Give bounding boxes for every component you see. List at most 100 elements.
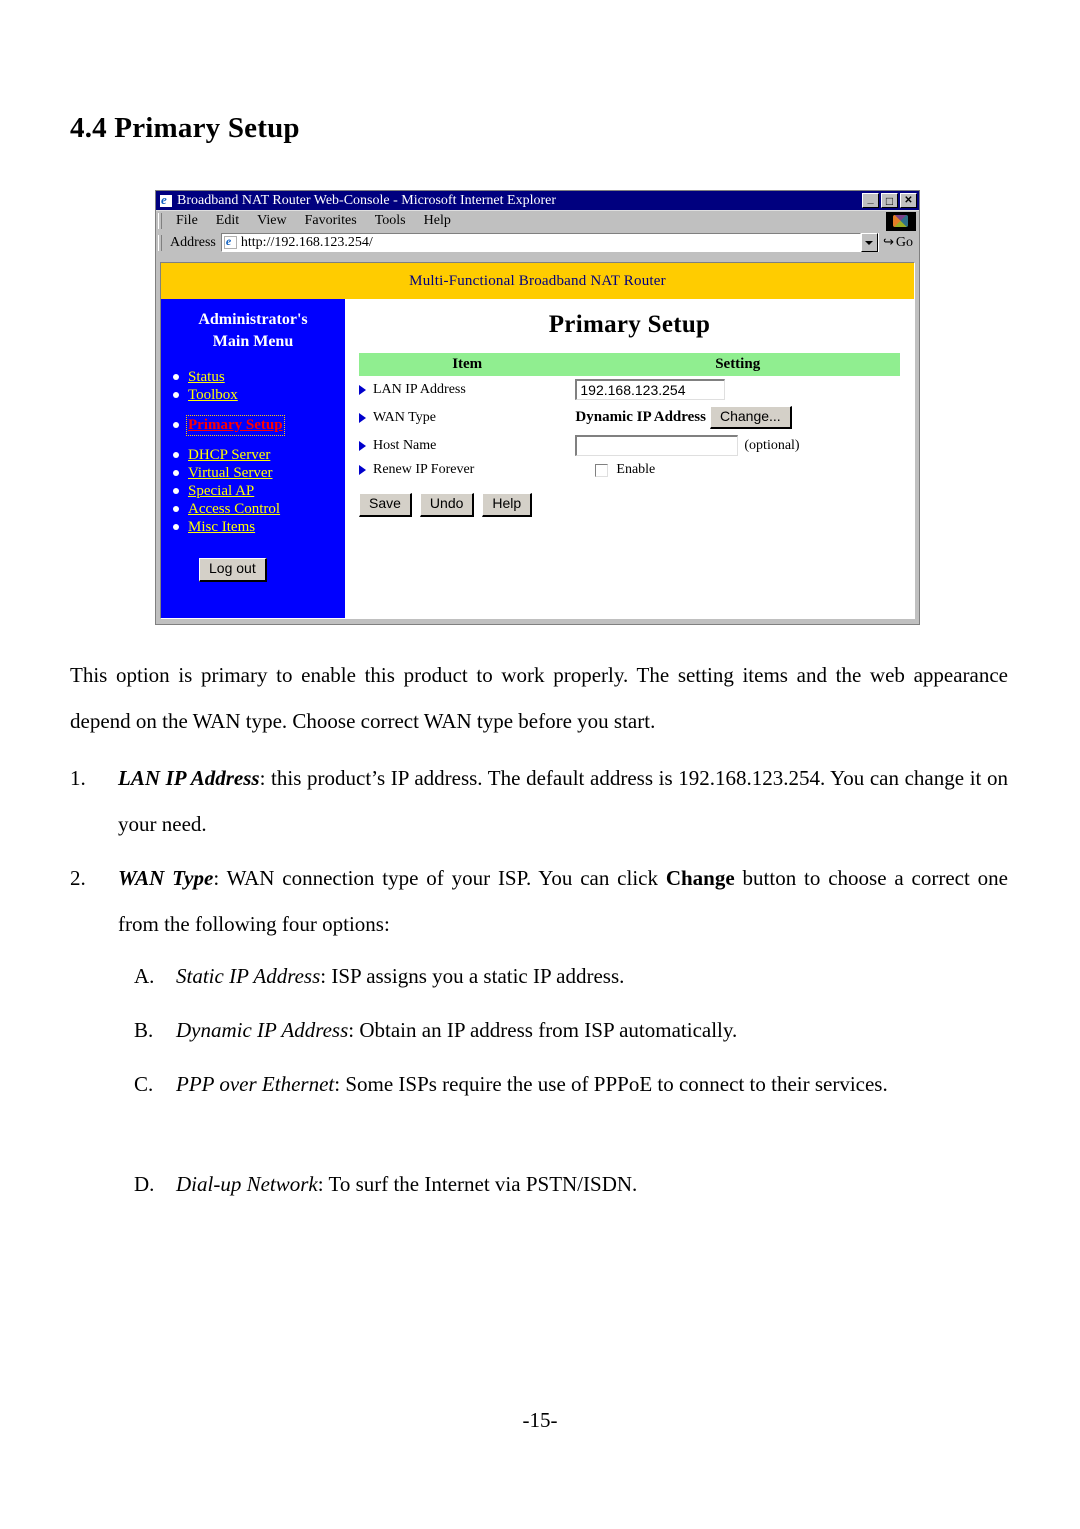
browser-address-bar: Address http://192.168.123.254/ ↪ Go xyxy=(156,231,919,254)
router-sidebar: Administrator's Main Menu Status Toolbox xyxy=(161,299,345,618)
sublist-item-a: Static IP Address: ISP assigns you a sta… xyxy=(176,953,1008,999)
wan-type-value: Dynamic IP Address xyxy=(575,409,706,426)
sublist-item-d-term: Dial-up Network xyxy=(176,1172,318,1196)
bullet-icon xyxy=(173,422,179,429)
sidebar-item-primary-setup[interactable]: Primary Setup xyxy=(173,414,345,436)
router-banner: Multi-Functional Broadband NAT Router xyxy=(161,263,914,299)
sidebar-item-virtual-server[interactable]: Virtual Server xyxy=(173,464,345,482)
sidebar-item-toolbox[interactable]: Toolbox xyxy=(173,386,345,404)
sublist-marker-b: B. xyxy=(134,1018,154,1042)
bullet-icon xyxy=(173,392,179,399)
intro-paragraph: This option is primary to enable this pr… xyxy=(70,663,1008,733)
list-item-1-term: LAN IP Address xyxy=(118,766,260,790)
row-label-cell: WAN Type xyxy=(359,403,575,432)
row-label-cell: LAN IP Address xyxy=(359,376,575,403)
sidebar-item-special-ap[interactable]: Special AP xyxy=(173,482,345,500)
menu-drag-handle[interactable] xyxy=(158,213,162,229)
list-marker-2: 2. xyxy=(70,866,86,890)
row-label-cell: Host Name xyxy=(359,432,575,459)
go-button[interactable]: ↪ Go xyxy=(877,233,919,252)
triangle-bullet-icon xyxy=(359,465,366,476)
page-icon xyxy=(223,234,237,249)
row-value-cell: Dynamic IP Address Change... xyxy=(575,403,900,432)
sidebar-item-status[interactable]: Status xyxy=(173,368,345,386)
bullet-icon xyxy=(173,374,179,381)
host-name-optional-note: (optional) xyxy=(744,438,800,454)
menu-item-edit[interactable]: Edit xyxy=(207,213,248,229)
primary-setup-table: Item Setting LAN IP Address 192.168.123.… xyxy=(359,353,900,481)
table-row-lan-ip-address: LAN IP Address 192.168.123.254 xyxy=(359,376,900,403)
sublist-item-d: Dial-up Network: To surf the Internet vi… xyxy=(176,1161,1008,1207)
address-drag-handle[interactable] xyxy=(158,234,162,251)
list-item-2: WAN Type: WAN connection type of your IS… xyxy=(118,855,1008,947)
renew-ip-forever-checkbox[interactable] xyxy=(595,463,609,477)
help-button[interactable]: Help xyxy=(482,493,533,517)
table-header-row: Item Setting xyxy=(359,353,900,376)
address-url-text: http://192.168.123.254/ xyxy=(240,234,373,250)
sidebar-item-label: DHCP Server xyxy=(188,446,271,463)
host-name-input[interactable] xyxy=(575,435,739,457)
go-label: Go xyxy=(895,234,913,250)
save-button[interactable]: Save xyxy=(359,493,412,517)
renew-ip-forever-label: Enable xyxy=(616,462,656,478)
row-label: WAN Type xyxy=(373,409,436,425)
menu-item-tools[interactable]: Tools xyxy=(366,213,415,229)
browser-window-screenshot: Broadband NAT Router Web-Console - Micro… xyxy=(155,190,920,625)
sidebar-menu-list: Status Toolbox Primary Setup DHCP Server xyxy=(161,368,345,536)
form-button-row: Save Undo Help xyxy=(359,493,900,517)
column-header-setting: Setting xyxy=(575,353,900,376)
address-input[interactable]: http://192.168.123.254/ xyxy=(220,233,861,252)
logout-container: Log out xyxy=(161,558,345,582)
logout-button[interactable]: Log out xyxy=(199,558,267,582)
sidebar-item-access-control[interactable]: Access Control xyxy=(173,500,345,518)
change-wan-type-button[interactable]: Change... xyxy=(709,406,792,430)
lan-ip-address-input[interactable]: 192.168.123.254 xyxy=(575,379,726,400)
minimize-button[interactable]: _ xyxy=(862,193,879,208)
browser-viewport: Multi-Functional Broadband NAT Router Ad… xyxy=(160,262,915,619)
sublist-marker-c: C. xyxy=(134,1072,154,1096)
sidebar-item-misc-items[interactable]: Misc Items xyxy=(173,518,345,536)
menu-item-file[interactable]: File xyxy=(167,213,207,229)
sublist-item-a-body: : ISP assigns you a static IP address. xyxy=(320,964,625,988)
sublist-marker-d: D. xyxy=(134,1172,155,1196)
chevron-down-icon xyxy=(865,240,874,245)
row-value-cell: 192.168.123.254 xyxy=(575,376,900,403)
maximize-icon: □ xyxy=(885,193,894,208)
bullet-icon xyxy=(173,506,179,513)
sublist-item-a-term: Static IP Address xyxy=(176,964,321,988)
browser-title-bar: Broadband NAT Router Web-Console - Micro… xyxy=(156,191,919,210)
table-row-renew-ip-forever: Renew IP Forever Enable xyxy=(359,459,900,481)
sublist-item-c: PPP over Ethernet: Some ISPs require the… xyxy=(176,1061,1008,1107)
sublist-marker-a: A. xyxy=(134,964,155,988)
triangle-bullet-icon xyxy=(359,384,366,395)
browser-menu-bar: File Edit View Favorites Tools Help xyxy=(156,210,919,231)
sidebar-item-label: Status xyxy=(188,368,225,385)
sublist-item-b: Dynamic IP Address: Obtain an IP address… xyxy=(176,1007,1008,1053)
menu-item-favorites[interactable]: Favorites xyxy=(296,213,366,229)
bullet-icon xyxy=(173,470,179,477)
bullet-icon xyxy=(173,452,179,459)
internet-explorer-icon xyxy=(159,192,173,208)
bullet-icon xyxy=(173,524,179,531)
sidebar-item-label: Toolbox xyxy=(188,386,238,403)
close-button[interactable]: ✕ xyxy=(900,193,917,208)
menu-item-help[interactable]: Help xyxy=(415,213,460,229)
menu-item-view[interactable]: View xyxy=(248,213,295,229)
page-title: 4.4 Primary Setup xyxy=(70,112,300,144)
router-page-body: Administrator's Main Menu Status Toolbox xyxy=(161,299,914,618)
row-label: LAN IP Address xyxy=(373,381,466,397)
row-value-cell: (optional) xyxy=(575,432,900,459)
triangle-bullet-icon xyxy=(359,412,366,423)
row-value-cell: Enable xyxy=(575,459,900,481)
go-arrow-icon: ↪ xyxy=(882,235,894,250)
undo-button[interactable]: Undo xyxy=(419,493,475,517)
maximize-button[interactable]: □ xyxy=(881,193,898,208)
close-icon: ✕ xyxy=(904,194,913,206)
bullet-icon xyxy=(173,488,179,495)
list-marker-1: 1. xyxy=(70,766,86,790)
windows-logo-icon xyxy=(886,211,916,231)
sidebar-item-dhcp-server[interactable]: DHCP Server xyxy=(173,446,345,464)
sidebar-item-label: Misc Items xyxy=(188,518,256,535)
row-label-cell: Renew IP Forever xyxy=(359,459,575,481)
address-dropdown-button[interactable] xyxy=(860,233,878,252)
